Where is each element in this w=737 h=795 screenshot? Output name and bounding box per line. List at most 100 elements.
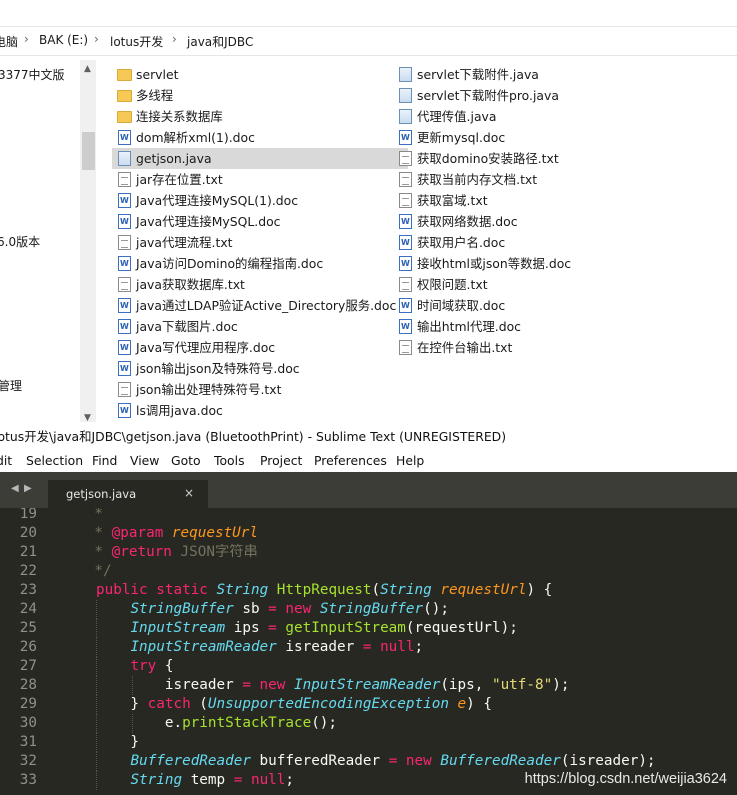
file-list-item[interactable]: dom解析xml(1).doc — [112, 127, 408, 148]
file-list-item[interactable]: 代理传值.java — [393, 106, 667, 127]
code-token: @return — [111, 544, 172, 560]
text-file-icon — [118, 277, 131, 292]
menu-edit[interactable]: dit — [0, 453, 12, 468]
file-list-item[interactable]: 多线程 — [112, 85, 408, 106]
tab-label: getjson.java — [66, 487, 137, 501]
tab-scroll-right-icon[interactable]: ▶ — [24, 483, 32, 494]
file-name: java下载图片.doc — [136, 319, 238, 334]
code-line[interactable]: 26 InputStreamReader isreader = null; — [0, 638, 737, 657]
word-document-icon — [399, 256, 412, 271]
file-list-item[interactable]: Java写代理应用程序.doc — [112, 337, 408, 358]
code-line[interactable]: 23 public static String HttpRequest(Strin… — [0, 581, 737, 600]
word-document-icon — [118, 214, 131, 229]
file-list-item[interactable]: 获取富域.txt — [393, 190, 667, 211]
code-line[interactable]: 22 */ — [0, 562, 737, 581]
file-list-item[interactable]: 接收html或json等数据.doc — [393, 253, 667, 274]
menu-selection[interactable]: Selection — [26, 453, 83, 468]
file-list-item[interactable]: servlet下载附件.java — [393, 64, 667, 85]
code-line[interactable]: 31 } — [0, 733, 737, 752]
file-list-item[interactable]: Java访问Domino的编程指南.doc — [112, 253, 408, 274]
breadcrumb-computer[interactable]: 电脑 — [0, 33, 18, 50]
file-name: getjson.java — [136, 151, 212, 166]
file-list-item[interactable]: jar存在位置.txt — [112, 169, 408, 190]
code-token: new — [405, 753, 432, 769]
code-line[interactable]: 25 InputStream ips = getInputStream(requ… — [0, 619, 737, 638]
nav-scrollbar-track[interactable] — [80, 60, 96, 422]
breadcrumb-separator-icon[interactable]: › — [24, 32, 29, 46]
code-editor[interactable]: 19 * 20 * @param requestUrl 21 * @return J… — [0, 508, 737, 795]
code-text: InputStreamReader isreader = null; — [96, 638, 423, 657]
code-token: static — [156, 582, 208, 598]
breadcrumb-current-folder[interactable]: java和JDBC — [187, 33, 253, 50]
code-line[interactable]: 19 * — [0, 508, 737, 524]
file-list-item[interactable]: ls调用java.doc — [112, 400, 408, 421]
code-line[interactable]: 27 try { — [0, 657, 737, 676]
file-list-item[interactable]: Java代理连接MySQL(1).doc — [112, 190, 408, 211]
file-list-item[interactable]: 更新mysql.doc — [393, 127, 667, 148]
menu-find[interactable]: Find — [92, 453, 117, 468]
code-line[interactable]: 24 StringBuffer sb = new StringBuffer(); — [0, 600, 737, 619]
menu-project[interactable]: Project — [260, 453, 302, 468]
file-list-item[interactable]: java下载图片.doc — [112, 316, 408, 337]
nav-item[interactable]: 管理 — [0, 377, 22, 394]
menu-help[interactable]: Help — [396, 453, 424, 468]
file-list-item[interactable]: 时间域获取.doc — [393, 295, 667, 316]
code-token: String — [216, 582, 269, 598]
text-file-icon — [399, 340, 412, 355]
code-token: BufferedReader — [130, 753, 251, 769]
file-name: Java访问Domino的编程指南.doc — [136, 256, 324, 271]
address-bar[interactable]: 电脑 › BAK (E:) › lotus开发 › java和JDBC — [0, 26, 737, 56]
code-token: (); — [311, 715, 338, 731]
file-list-item[interactable]: 连接关系数据库 — [112, 106, 408, 127]
tab-getjson[interactable]: getjson.java × — [48, 480, 208, 508]
file-list-item[interactable]: 获取网络数据.doc — [393, 211, 667, 232]
file-list-item[interactable]: servlet下载附件pro.java — [393, 85, 667, 106]
file-list-item[interactable]: 获取domino安装路径.txt — [393, 148, 667, 169]
file-list-item[interactable]: getjson.java — [112, 148, 408, 169]
code-line[interactable]: 28 isreader = new InputStreamReader(ips,… — [0, 676, 737, 695]
file-list-item[interactable]: servlet — [112, 64, 408, 85]
file-list-item[interactable]: java代理流程.txt — [112, 232, 408, 253]
scroll-down-arrow-icon[interactable]: ▼ — [84, 413, 91, 423]
file-list-item[interactable]: json输出json及特殊符号.doc — [112, 358, 408, 379]
code-line[interactable]: 30 e.printStackTrace(); — [0, 714, 737, 733]
breadcrumb-separator-icon[interactable]: › — [172, 32, 177, 46]
code-token: = — [388, 753, 398, 769]
code-line[interactable]: 32 BufferedReader bufferedReader = new B… — [0, 752, 737, 771]
code-token: ) { — [466, 696, 492, 712]
menu-preferences[interactable]: Preferences — [314, 453, 387, 468]
code-text: StringBuffer sb = new StringBuffer(); — [96, 600, 449, 619]
breadcrumb-drive[interactable]: BAK (E:) — [39, 33, 88, 47]
scroll-up-arrow-icon[interactable]: ▲ — [84, 64, 91, 74]
text-file-icon — [118, 382, 131, 397]
menu-goto[interactable]: Goto — [171, 453, 201, 468]
code-line[interactable]: 21 * @return JSON字符串 — [0, 543, 737, 562]
close-icon[interactable]: × — [184, 486, 194, 500]
nav-item[interactable]: 6.0版本 — [0, 233, 40, 250]
code-line[interactable]: 20 * @param requestUrl — [0, 524, 737, 543]
breadcrumb-lotus[interactable]: lotus开发 — [110, 33, 163, 50]
code-token: printStackTrace — [182, 715, 312, 731]
code-line[interactable]: 29 } catch (UnsupportedEncodingException… — [0, 695, 737, 714]
file-list-item[interactable]: 获取当前内存文档.txt — [393, 169, 667, 190]
menu-tools[interactable]: Tools — [214, 453, 245, 468]
file-list-item[interactable]: 输出html代理.doc — [393, 316, 667, 337]
breadcrumb-separator-icon[interactable]: › — [94, 32, 99, 46]
file-list-item[interactable]: 在控件台输出.txt — [393, 337, 667, 358]
file-name: dom解析xml(1).doc — [136, 130, 255, 145]
file-list-item[interactable]: Java代理连接MySQL.doc — [112, 211, 408, 232]
file-list-item[interactable]: 权限问题.txt — [393, 274, 667, 295]
nav-item[interactable]: 3377中文版 — [0, 66, 65, 83]
file-list-item[interactable]: json输出处理特殊符号.txt — [112, 379, 408, 400]
file-list-item[interactable]: java获取数据库.txt — [112, 274, 408, 295]
code-text: * @param requestUrl — [60, 524, 258, 543]
file-list-item[interactable]: 获取用户名.doc — [393, 232, 667, 253]
file-list-item[interactable]: java通过LDAP验证Active_Directory服务.doc — [112, 295, 408, 316]
tab-scroll-left-icon[interactable]: ◀ — [11, 483, 19, 494]
nav-scrollbar-thumb[interactable] — [82, 132, 95, 170]
menu-view[interactable]: View — [130, 453, 159, 468]
